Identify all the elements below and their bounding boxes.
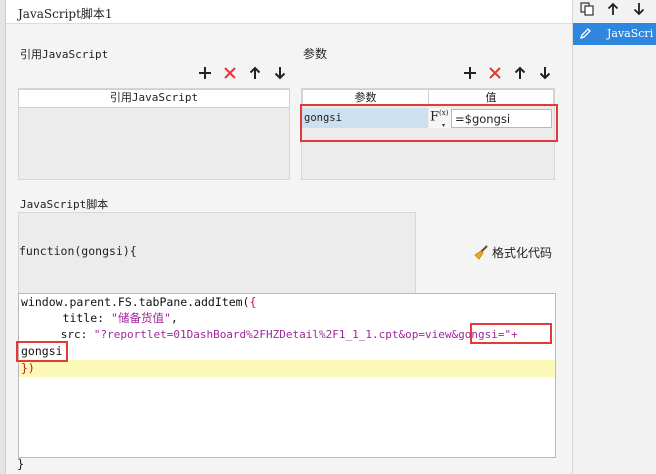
- code-line-4: gongsi: [21, 344, 63, 358]
- code-line-1: window.parent.FS.tabPane.addItem({: [21, 295, 257, 309]
- arrow-down-icon: [539, 67, 551, 80]
- arrow-down-icon: [274, 67, 286, 80]
- format-code-button[interactable]: 格式化代码: [474, 244, 552, 261]
- params-column-value: 值: [428, 89, 554, 105]
- param-value-input[interactable]: =$gongsi: [451, 109, 552, 128]
- move-down-referenced-js-button[interactable]: [271, 64, 289, 82]
- copy-button[interactable]: [578, 0, 596, 18]
- param-row-name-cell[interactable]: gongsi: [302, 108, 428, 128]
- closing-brace: }: [17, 457, 25, 471]
- code-line-5: }): [21, 361, 35, 375]
- move-down-item-button[interactable]: [630, 0, 648, 18]
- right-sidebar: JavaScri: [572, 0, 656, 474]
- params-label: 参数: [303, 47, 328, 61]
- close-icon: [489, 67, 501, 79]
- window-title: JavaScript脚本1: [18, 7, 113, 21]
- js-script-label: JavaScript脚本: [20, 198, 109, 211]
- arrow-up-icon: [607, 2, 619, 15]
- sidebar-item-javascript[interactable]: JavaScri: [573, 23, 656, 45]
- function-signature: function(gongsi){: [19, 244, 137, 258]
- plus-icon: [464, 67, 476, 79]
- arrow-up-icon: [249, 66, 261, 79]
- code-line-3: src: "?reportlet=01DashBoard%2FHZDetail%…: [21, 328, 518, 341]
- referenced-js-label: 引用JavaScript: [20, 48, 109, 61]
- move-up-param-button[interactable]: [511, 64, 529, 82]
- title-bar: JavaScript脚本1: [6, 0, 572, 24]
- params-column-name: 参数: [302, 89, 429, 105]
- current-line-highlight: [19, 360, 555, 377]
- remove-referenced-js-button[interactable]: [221, 64, 239, 82]
- arrow-down-icon: [633, 3, 645, 16]
- move-up-item-button[interactable]: [604, 0, 622, 18]
- left-edge-strip: [0, 0, 6, 474]
- add-referenced-js-button[interactable]: [196, 64, 214, 82]
- pencil-icon: [579, 28, 591, 40]
- formula-button[interactable]: F(x) ▾: [429, 108, 451, 129]
- param-name: gongsi: [304, 112, 342, 124]
- move-down-param-button[interactable]: [536, 64, 554, 82]
- close-icon: [224, 67, 236, 79]
- plus-icon: [199, 67, 211, 79]
- arrow-up-icon: [514, 66, 526, 79]
- remove-param-button[interactable]: [486, 64, 504, 82]
- fx-icon: F(x): [430, 109, 449, 125]
- referenced-js-column-header: 引用JavaScript: [18, 89, 290, 108]
- dropdown-arrow-icon: ▾: [442, 122, 446, 129]
- sidebar-item-label: JavaScri: [607, 27, 654, 40]
- broom-icon: [474, 245, 488, 260]
- format-code-label: 格式化代码: [492, 246, 553, 260]
- param-value-text: =$gongsi: [455, 112, 511, 126]
- add-param-button[interactable]: [461, 64, 479, 82]
- copy-icon: [580, 2, 594, 16]
- code-line-2: title: "储备货值",: [21, 311, 178, 325]
- move-up-referenced-js-button[interactable]: [246, 64, 264, 82]
